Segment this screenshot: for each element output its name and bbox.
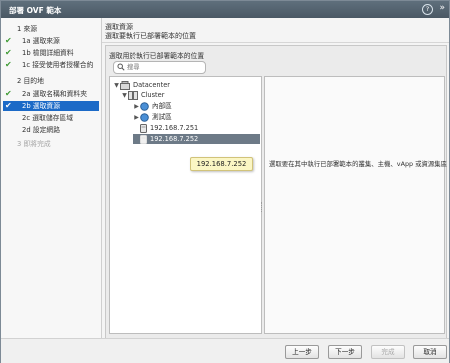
tree-node-label: 192.168.7.251 bbox=[150, 124, 199, 132]
tree-node-label: 192.168.7.252 bbox=[150, 135, 199, 143]
tree-node-datacenter[interactable]: ▼ Datacenter bbox=[113, 80, 170, 90]
title-bar: 部署 OVF 範本 ? » bbox=[1, 1, 449, 18]
tree-node-cluster[interactable]: ▼ Cluster bbox=[121, 90, 164, 100]
tree-node-label: 內部區 bbox=[152, 102, 172, 110]
tree-node-label: Datacenter bbox=[133, 81, 170, 89]
step-select-name-folder[interactable]: ✔ 2a 選取名稱和資料夾 bbox=[1, 89, 101, 99]
host-tooltip: 192.168.7.252 bbox=[190, 157, 253, 171]
tree-node-internal-pool[interactable]: ▶ 內部區 bbox=[133, 101, 172, 111]
step-select-storage[interactable]: 2c 選取儲存區域 bbox=[1, 113, 101, 123]
cancel-button[interactable]: 取消 bbox=[413, 345, 447, 359]
step-review-details[interactable]: ✔ 1b 檢閱詳細資料 bbox=[1, 48, 101, 58]
host-icon bbox=[140, 123, 147, 133]
expand-icon[interactable]: » bbox=[439, 3, 445, 13]
step-select-resource[interactable]: ✔ 2b 選取資源 bbox=[3, 101, 99, 111]
resource-pool-icon bbox=[140, 101, 149, 111]
step-label: 1c 接受使用者授權合約 bbox=[22, 61, 94, 69]
expand-toggle-icon[interactable]: ▶ bbox=[133, 113, 140, 123]
tree-node-host-252[interactable]: 192.168.7.252 bbox=[133, 134, 260, 144]
step-accept-eula[interactable]: ✔ 1c 接受使用者授權合約 bbox=[1, 60, 101, 70]
host-icon bbox=[140, 134, 147, 144]
check-icon: ✔ bbox=[5, 89, 12, 98]
step-label: 2b 選取資源 bbox=[22, 102, 60, 110]
cluster-icon bbox=[128, 90, 138, 100]
step-ready-to-complete: 3 即將完成 bbox=[1, 139, 101, 149]
tree-node-label: Cluster bbox=[141, 91, 165, 99]
step-label: 2d 設定網路 bbox=[22, 126, 60, 134]
deploy-ovf-dialog: 部署 OVF 範本 ? » 1 來源 ✔ 1a 選取來源 ✔ 1b 檢閱詳細資料… bbox=[0, 0, 450, 363]
finish-button: 完成 bbox=[371, 345, 405, 359]
wizard-footer: 上一步 下一步 完成 取消 bbox=[1, 338, 449, 363]
check-icon: ✔ bbox=[5, 48, 12, 57]
wizard-steps-sidebar: 1 來源 ✔ 1a 選取來源 ✔ 1b 檢閱詳細資料 ✔ 1c 接受使用者授權合… bbox=[1, 18, 102, 338]
tree-node-label: 測試區 bbox=[152, 113, 172, 121]
tree-node-test-pool[interactable]: ▶ 測試區 bbox=[133, 112, 172, 122]
step-label: 1b 檢閱詳細資料 bbox=[22, 49, 74, 57]
step-source: 1 來源 bbox=[1, 24, 101, 34]
dialog-title: 部署 OVF 範本 bbox=[9, 6, 62, 15]
check-icon: ✔ bbox=[5, 101, 12, 110]
expand-toggle-icon[interactable]: ▶ bbox=[133, 102, 140, 112]
resource-pool-icon bbox=[140, 112, 149, 122]
step-label: 2c 選取儲存區域 bbox=[22, 114, 74, 122]
page-description: 選取要執行已部署範本的位置 bbox=[105, 32, 196, 40]
step-label: 1 來源 bbox=[17, 25, 38, 33]
step-label: 2 目的地 bbox=[17, 77, 44, 85]
main-panel: 選取資源 選取要執行已部署範本的位置 選取用於執行已部署範本的位置 ▼Datac… bbox=[102, 18, 449, 339]
step-label: 2a 選取名稱和資料夾 bbox=[22, 90, 88, 98]
next-button[interactable]: 下一步 bbox=[328, 345, 362, 359]
header-divider bbox=[102, 42, 449, 43]
step-label: 1a 選取來源 bbox=[22, 37, 60, 45]
back-button[interactable]: 上一步 bbox=[285, 345, 319, 359]
search-input[interactable] bbox=[127, 63, 201, 71]
step-label: 3 即將完成 bbox=[17, 140, 51, 148]
search-icon bbox=[117, 63, 125, 71]
step-destination: 2 目的地 bbox=[1, 76, 101, 86]
inventory-tree[interactable]: ▼ Datacenter ▼ Cluster ▶ 內部區 ▶ 測試區 192.168.7… bbox=[109, 76, 262, 334]
expand-toggle-icon[interactable]: ▼ bbox=[121, 91, 128, 101]
resource-selection-panel: 選取用於執行已部署範本的位置 ▼ Datacenter ▼ Cluster ▶ 內部區 bbox=[105, 45, 447, 339]
search-box[interactable] bbox=[113, 61, 206, 74]
pane-title: 選取用於執行已部署範本的位置 bbox=[109, 52, 205, 60]
tree-node-host-251[interactable]: 192.168.7.251 bbox=[133, 123, 260, 133]
info-panel: 選取要在其中執行已部署範本的叢集、主機、vApp 或資源集區 bbox=[264, 76, 448, 334]
check-icon: ✔ bbox=[5, 36, 12, 45]
expand-toggle-icon[interactable]: ▼ bbox=[113, 81, 120, 91]
help-icon[interactable]: ? bbox=[422, 4, 433, 15]
check-icon: ✔ bbox=[5, 60, 12, 69]
step-setup-networks[interactable]: 2d 設定網路 bbox=[1, 125, 101, 135]
info-text: 選取要在其中執行已部署範本的叢集、主機、vApp 或資源集區 bbox=[269, 160, 448, 168]
step-select-source[interactable]: ✔ 1a 選取來源 bbox=[1, 36, 101, 46]
datacenter-icon bbox=[120, 80, 130, 90]
